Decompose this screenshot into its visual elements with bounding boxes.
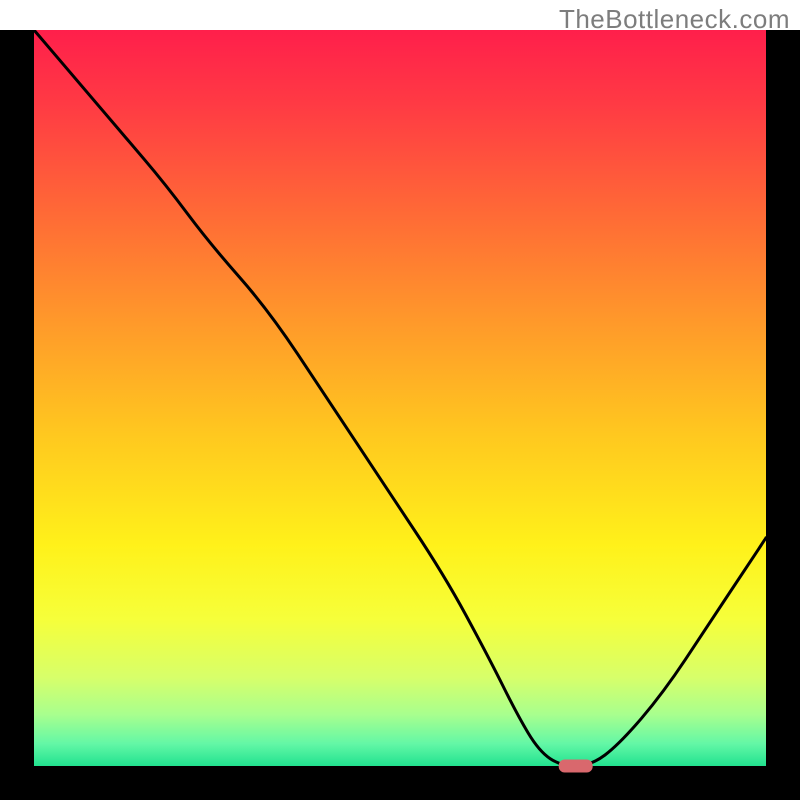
chart-frame: TheBottleneck.com [0,0,800,800]
optimal-marker [559,760,593,773]
watermark-text: TheBottleneck.com [559,4,790,35]
bottleneck-chart [0,30,800,800]
plot-area [34,30,766,766]
